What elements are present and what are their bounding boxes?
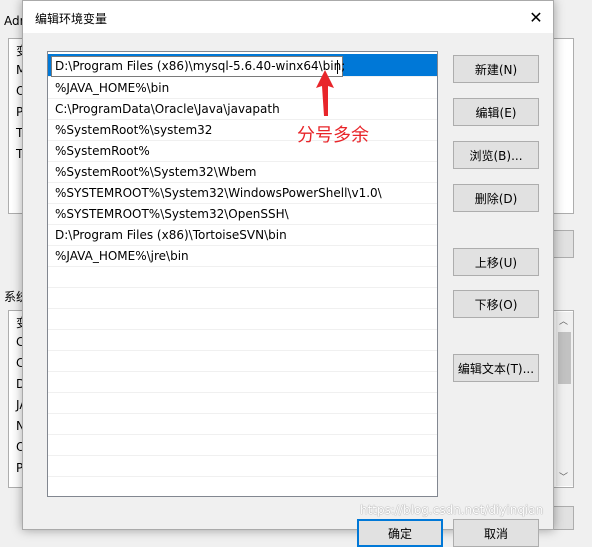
move-up-button[interactable]: 上移(U) bbox=[453, 248, 539, 276]
path-row[interactable] bbox=[48, 372, 437, 393]
path-row[interactable]: %JAVA_HOME%\bin bbox=[48, 78, 437, 99]
path-row[interactable] bbox=[48, 477, 437, 496]
path-row[interactable]: %JAVA_HOME%\jre\bin bbox=[48, 246, 437, 267]
system-vars-scrollbar[interactable]: ︿ ﹀ bbox=[556, 312, 573, 486]
new-button[interactable]: 新建(N) bbox=[453, 55, 539, 83]
path-row[interactable]: C:\ProgramData\Oracle\Java\javapath bbox=[48, 99, 437, 120]
path-row[interactable]: %SystemRoot% bbox=[48, 141, 437, 162]
path-row-text: %SYSTEMROOT%\System32\OpenSSH\ bbox=[55, 207, 289, 221]
path-row-text: %SystemRoot%\system32 bbox=[55, 123, 213, 137]
delete-button[interactable]: 删除(D) bbox=[453, 184, 539, 212]
path-row[interactable] bbox=[48, 456, 437, 477]
path-row[interactable]: %SYSTEMROOT%\System32\OpenSSH\ bbox=[48, 204, 437, 225]
browse-button[interactable]: 浏览(B)... bbox=[453, 141, 539, 169]
dialog-title: 编辑环境变量 bbox=[35, 12, 108, 26]
path-row-text: D:\Program Files (x86)\TortoiseSVN\bin bbox=[55, 228, 287, 242]
ok-button[interactable]: 确定 bbox=[357, 519, 443, 547]
path-row[interactable] bbox=[48, 288, 437, 309]
cancel-button[interactable]: 取消 bbox=[453, 519, 539, 547]
path-edit-input[interactable]: D:\Program Files (x86)\mysql-5.6.40-winx… bbox=[51, 56, 346, 77]
path-row[interactable] bbox=[48, 309, 437, 330]
move-down-button[interactable]: 下移(O) bbox=[453, 290, 539, 318]
path-row[interactable] bbox=[48, 351, 437, 372]
path-row[interactable] bbox=[48, 267, 437, 288]
edit-env-var-dialog: 编辑环境变量 ✕ D:\Program Files (x86)\mysql-5.… bbox=[22, 0, 554, 547]
scroll-down-icon[interactable]: ﹀ bbox=[559, 470, 568, 483]
edit-button[interactable]: 编辑(E) bbox=[453, 98, 539, 126]
path-row[interactable] bbox=[48, 435, 437, 456]
annotation-text: 分号多余 bbox=[297, 125, 369, 146]
watermark: https://blog.csdn.net/diyinqian bbox=[360, 503, 544, 517]
path-row[interactable]: D:\Program Files (x86)\TortoiseSVN\bin bbox=[48, 225, 437, 246]
path-row[interactable] bbox=[48, 330, 437, 351]
path-list[interactable]: D:\Program Files (x86)\mysql-5.6.40-winx… bbox=[47, 51, 438, 497]
path-row-text: %SystemRoot% bbox=[55, 144, 150, 158]
path-row[interactable]: %SystemRoot%\System32\Wbem bbox=[48, 162, 437, 183]
path-row[interactable]: %SYSTEMROOT%\System32\WindowsPowerShell\… bbox=[48, 183, 437, 204]
path-row-text: %JAVA_HOME%\bin bbox=[55, 81, 170, 95]
path-row-text: %JAVA_HOME%\jre\bin bbox=[55, 249, 189, 263]
path-row[interactable] bbox=[48, 414, 437, 435]
path-row-text: C:\ProgramData\Oracle\Java\javapath bbox=[55, 102, 280, 116]
parent-button[interactable] bbox=[552, 230, 574, 258]
path-edit-value: D:\Program Files (x86)\mysql-5.6.40-winx… bbox=[55, 59, 346, 73]
path-row-text: %SystemRoot%\System32\Wbem bbox=[55, 165, 257, 179]
title-bar: 编辑环境变量 ✕ bbox=[23, 1, 553, 33]
close-icon: ✕ bbox=[529, 7, 543, 27]
parent-bottom-button[interactable] bbox=[552, 506, 574, 530]
path-row[interactable] bbox=[48, 393, 437, 414]
path-row-selected[interactable]: D:\Program Files (x86)\mysql-5.6.40-winx… bbox=[48, 54, 437, 77]
scroll-up-icon[interactable]: ︿ bbox=[559, 314, 568, 327]
path-row-text: %SYSTEMROOT%\System32\WindowsPowerShell\… bbox=[55, 186, 382, 200]
red-arrow-icon bbox=[316, 70, 334, 116]
close-button[interactable]: ✕ bbox=[519, 1, 553, 33]
scroll-thumb[interactable] bbox=[558, 332, 571, 384]
path-row[interactable]: %SystemRoot%\system32 bbox=[48, 120, 437, 141]
edit-text-button[interactable]: 编辑文本(T)... bbox=[453, 354, 539, 382]
